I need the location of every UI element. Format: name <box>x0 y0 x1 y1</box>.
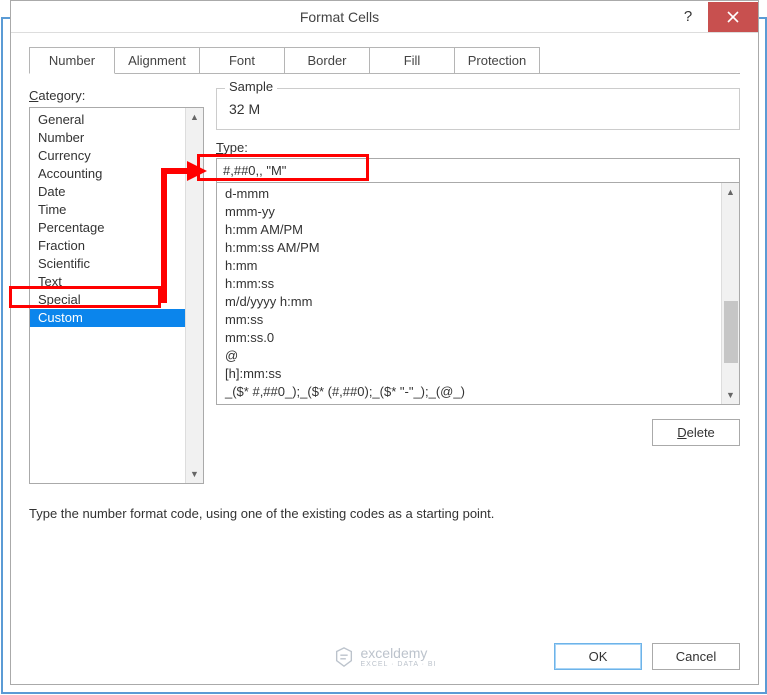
type-group: d-mmmmmm-yyh:mm AM/PMh:mm:ss AM/PMh:mmh:… <box>216 158 740 405</box>
type-items: d-mmmmmm-yyh:mm AM/PMh:mm:ss AM/PMh:mmh:… <box>217 183 721 404</box>
dialog-body: NumberAlignmentFontBorderFillProtection … <box>11 33 758 684</box>
category-item[interactable]: Special <box>30 291 185 309</box>
watermark: exceldemy EXCEL · DATA · BI <box>333 645 437 668</box>
detail-column: Sample 32 M Type: d-mmmmmm-yyh:mm AM/PMh… <box>216 88 740 446</box>
type-input[interactable] <box>216 158 740 183</box>
type-item[interactable]: mm:ss.0 <box>217 329 721 347</box>
type-item[interactable]: d-mmm <box>217 185 721 203</box>
type-scrollbar[interactable]: ▲ ▼ <box>721 183 739 404</box>
category-item[interactable]: General <box>30 111 185 129</box>
category-label: Category: <box>29 88 204 103</box>
type-label: Type: <box>216 140 740 155</box>
sample-group: Sample 32 M <box>216 88 740 130</box>
format-cells-dialog: Format Cells ? NumberAlignmentFontBorder… <box>10 0 759 685</box>
scroll-up-icon[interactable]: ▲ <box>186 108 203 126</box>
help-button[interactable]: ? <box>668 2 708 32</box>
scroll-track[interactable] <box>722 201 739 386</box>
category-item[interactable]: Scientific <box>30 255 185 273</box>
scroll-up-icon[interactable]: ▲ <box>722 183 739 201</box>
titlebar: Format Cells ? <box>11 1 758 33</box>
category-listbox[interactable]: GeneralNumberCurrencyAccountingDateTimeP… <box>29 107 204 484</box>
tab-alignment[interactable]: Alignment <box>114 47 200 73</box>
close-icon <box>727 11 739 23</box>
delete-button[interactable]: Delete <box>652 419 740 446</box>
type-item[interactable]: h:mm <box>217 257 721 275</box>
type-item[interactable]: h:mm AM/PM <box>217 221 721 239</box>
sample-value: 32 M <box>229 99 727 117</box>
tab-font[interactable]: Font <box>199 47 285 73</box>
type-item[interactable]: h:mm:ss <box>217 275 721 293</box>
category-item[interactable]: Currency <box>30 147 185 165</box>
tab-border[interactable]: Border <box>284 47 370 73</box>
type-item[interactable]: [h]:mm:ss <box>217 365 721 383</box>
tab-fill[interactable]: Fill <box>369 47 455 73</box>
type-item[interactable]: mm:ss <box>217 311 721 329</box>
scroll-down-icon[interactable]: ▼ <box>722 386 739 404</box>
cancel-button[interactable]: Cancel <box>652 643 740 670</box>
tab-protection[interactable]: Protection <box>454 47 540 73</box>
scroll-down-icon[interactable]: ▼ <box>186 465 203 483</box>
dialog-footer: exceldemy EXCEL · DATA · BI OK Cancel <box>29 643 740 670</box>
category-item[interactable]: Accounting <box>30 165 185 183</box>
tab-number[interactable]: Number <box>29 47 115 74</box>
type-item[interactable]: m/d/yyyy h:mm <box>217 293 721 311</box>
ok-button[interactable]: OK <box>554 643 642 670</box>
category-item[interactable]: Fraction <box>30 237 185 255</box>
watermark-icon <box>333 646 355 668</box>
watermark-name: exceldemy <box>361 645 428 661</box>
sample-label: Sample <box>225 79 277 94</box>
watermark-sub: EXCEL · DATA · BI <box>361 661 437 668</box>
description-text: Type the number format code, using one o… <box>29 506 740 521</box>
dialog-title: Format Cells <box>11 9 668 25</box>
close-button[interactable] <box>708 2 758 32</box>
tab-strip: NumberAlignmentFontBorderFillProtection <box>29 47 740 74</box>
scroll-track[interactable] <box>186 126 203 465</box>
category-item[interactable]: Percentage <box>30 219 185 237</box>
type-item[interactable]: mmm-yy <box>217 203 721 221</box>
delete-row: Delete <box>216 419 740 446</box>
category-item[interactable]: Time <box>30 201 185 219</box>
category-item[interactable]: Custom <box>30 309 185 327</box>
category-item[interactable]: Number <box>30 129 185 147</box>
category-column: Category: GeneralNumberCurrencyAccountin… <box>29 88 204 484</box>
type-item[interactable]: @ <box>217 347 721 365</box>
type-item[interactable]: _($* #,##0_);_($* (#,##0);_($* "-"_);_(@… <box>217 383 721 401</box>
category-item[interactable]: Date <box>30 183 185 201</box>
category-item[interactable]: Text <box>30 273 185 291</box>
type-item[interactable]: h:mm:ss AM/PM <box>217 239 721 257</box>
category-scrollbar[interactable]: ▲ ▼ <box>185 108 203 483</box>
tab-content: Category: GeneralNumberCurrencyAccountin… <box>29 88 740 484</box>
scroll-thumb[interactable] <box>724 301 738 363</box>
type-listbox[interactable]: d-mmmmmm-yyh:mm AM/PMh:mm:ss AM/PMh:mmh:… <box>216 183 740 405</box>
category-items: GeneralNumberCurrencyAccountingDateTimeP… <box>30 108 185 483</box>
